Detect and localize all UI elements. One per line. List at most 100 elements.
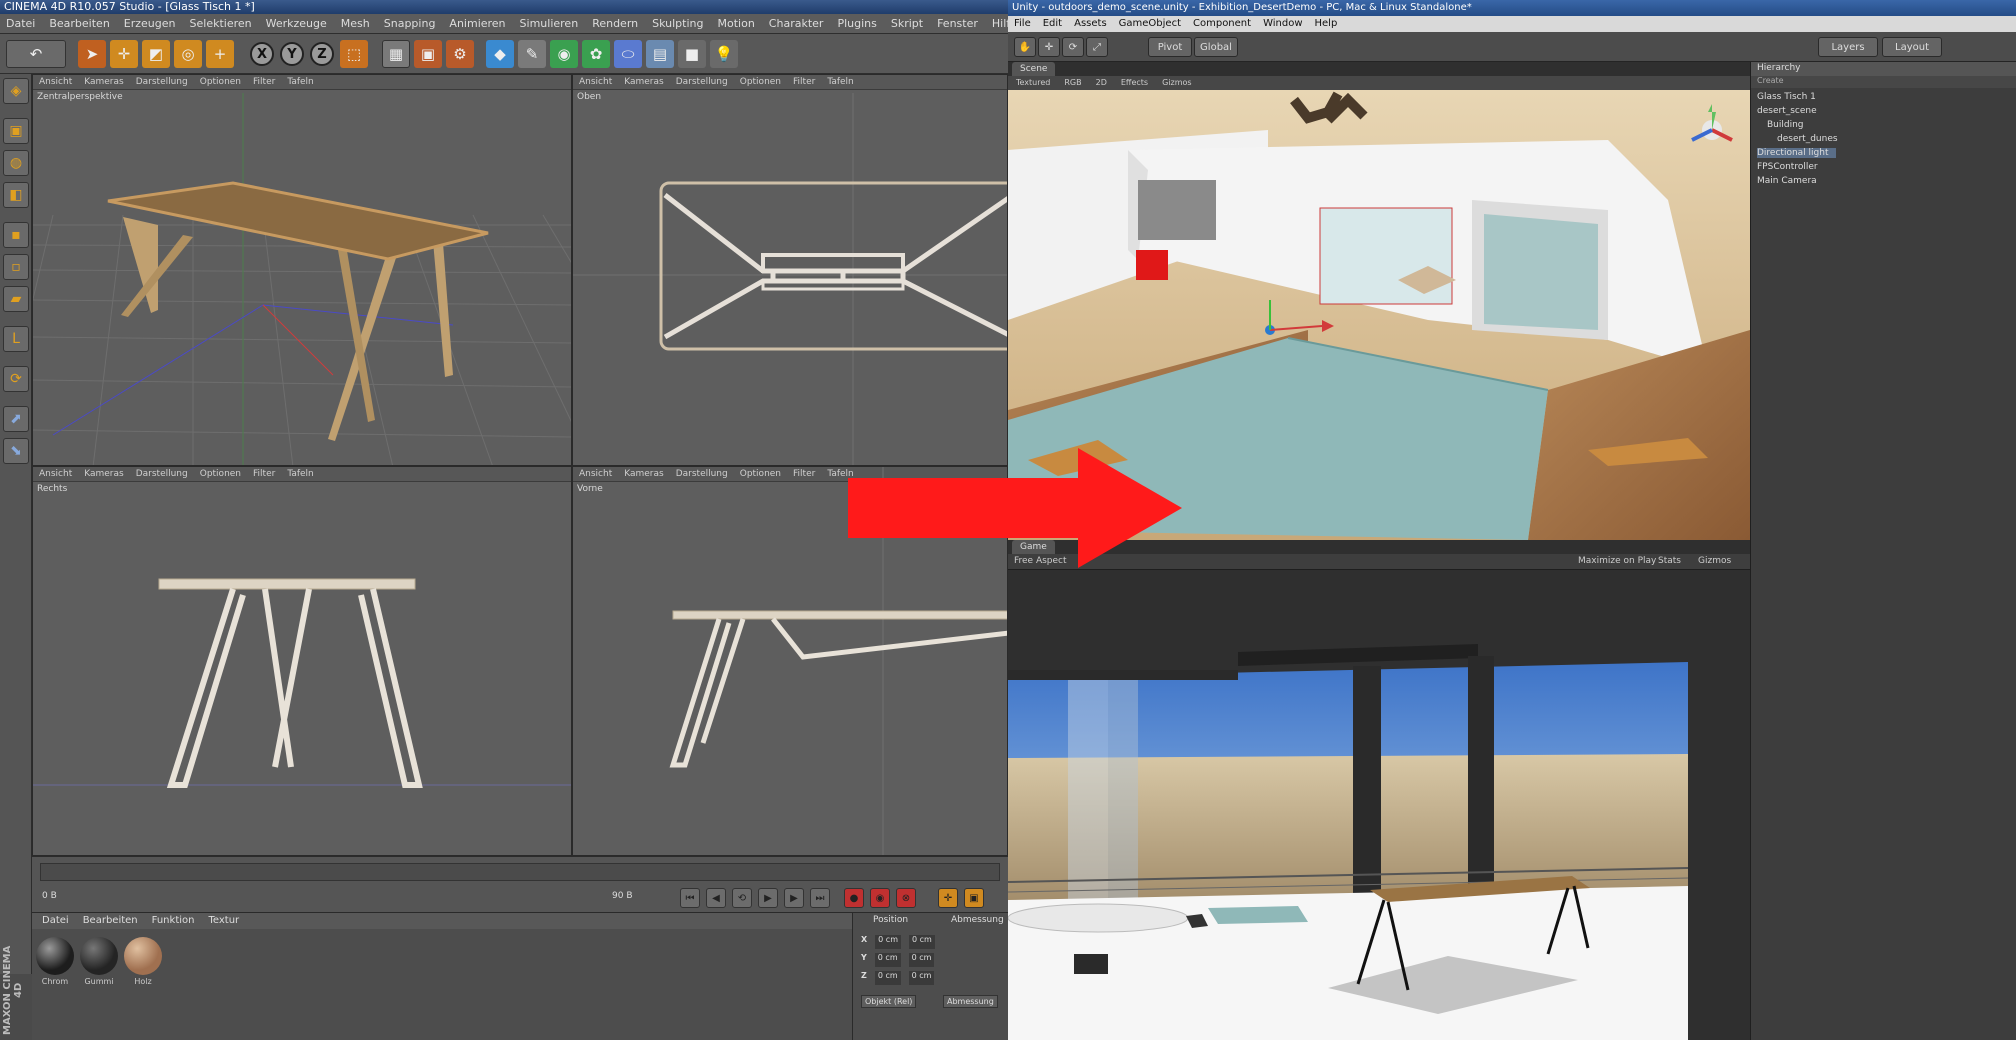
viewport-right[interactable]: Ansicht Kameras Darstellung Optionen Fil… [32,466,572,856]
coord-mode-dropdown[interactable]: Objekt (Rel) [861,995,917,1008]
texture-mode-icon[interactable]: ◧ [3,182,29,208]
unity-menu-item[interactable]: GameObject [1119,16,1181,32]
c4d-menu-item[interactable]: Skript [891,14,923,33]
scale-key-icon[interactable]: ▣ [964,888,984,908]
scene-tab[interactable]: Scene [1012,62,1056,76]
unity-menu-item[interactable]: Edit [1043,16,1062,32]
make-editable-icon[interactable]: ◈ [3,78,29,104]
step-forward-icon[interactable]: ▶ [784,888,804,908]
unity-menu-item[interactable]: Assets [1074,16,1107,32]
edges-mode-icon[interactable]: ▫ [3,254,29,280]
scene-option[interactable]: Effects [1121,76,1148,90]
material-menu-item[interactable]: Bearbeiten [83,913,138,929]
render-picture-icon[interactable]: ▣ [414,40,442,68]
global-toggle[interactable]: Global [1194,37,1238,57]
axis-mode-icon[interactable]: L [3,326,29,352]
viewport-perspective[interactable]: Ansicht Kameras Darstellung Optionen Fil… [32,74,572,466]
go-to-end-icon[interactable]: ⏭ [810,888,830,908]
material-menu-item[interactable]: Funktion [152,913,195,929]
hierarchy-item[interactable]: desert_dunes [1777,134,1838,144]
unity-menu-item[interactable]: Component [1193,16,1251,32]
rotate-tool-icon[interactable]: ⟳ [1062,37,1084,57]
unity-menu-item[interactable]: File [1014,16,1031,32]
timeline-ruler[interactable] [40,863,1000,881]
record-icon[interactable]: ● [844,888,864,908]
environment-icon[interactable]: ▤ [646,40,674,68]
snap-icon[interactable]: ⬈ [3,406,29,432]
keyframe-selection-icon[interactable]: ⊗ [896,888,916,908]
material-menu-item[interactable]: Datei [42,913,69,929]
material-wood-swatch[interactable] [124,937,162,975]
c4d-menu-item[interactable]: Datei [6,14,35,33]
c4d-menu-item[interactable]: Charakter [769,14,824,33]
hierarchy-item[interactable]: desert_scene [1757,106,1817,116]
move-tool-icon[interactable]: ✛ [1038,37,1060,57]
layout-dropdown[interactable]: Layout [1882,37,1942,57]
c4d-menu-item[interactable]: Snapping [384,14,436,33]
undo-icon[interactable]: ↶ [6,40,66,68]
position-z-field[interactable]: 0 cm [874,971,901,985]
unity-menu-item[interactable]: Help [1315,16,1338,32]
hand-tool-icon[interactable]: ✋ [1014,37,1036,57]
c4d-menu-item[interactable]: Motion [718,14,755,33]
object-mode-icon[interactable]: ◍ [3,150,29,176]
move-icon[interactable]: ✛ [110,40,138,68]
c4d-menu-item[interactable]: Plugins [837,14,876,33]
position-x-field[interactable]: 0 cm [875,935,901,949]
scene-option[interactable]: Gizmos [1162,76,1191,90]
cube-icon[interactable]: ◆ [486,40,514,68]
size-y-field[interactable]: 0 cm [908,953,935,967]
position-y-field[interactable]: 0 cm [874,953,901,967]
unity-menu-item[interactable]: Window [1263,16,1302,32]
hierarchy-item-selected[interactable]: Directional light [1757,148,1837,158]
scale-tool-icon[interactable]: ⤢ [1086,37,1108,57]
c4d-menu-item[interactable]: Hilfe [992,14,1008,33]
shading-mode-dropdown[interactable]: Textured [1016,76,1050,90]
workplane-icon[interactable]: ⬊ [3,438,29,464]
viewport-top[interactable]: Ansicht Kameras Darstellung Optionen Fil… [572,74,1008,466]
maximize-on-play-toggle[interactable]: Maximize on Play [1578,556,1656,566]
c4d-menu-item[interactable]: Skulpting [652,14,703,33]
model-mode-icon[interactable]: ▣ [3,118,29,144]
c4d-menu-item[interactable]: Rendern [592,14,638,33]
scale-icon[interactable]: ◩ [142,40,170,68]
pivot-toggle[interactable]: Pivot [1148,37,1192,57]
light-icon[interactable]: 💡 [710,40,738,68]
c4d-menu-item[interactable]: Mesh [341,14,370,33]
camera-icon[interactable]: ■ [678,40,706,68]
render-settings-icon[interactable]: ⚙ [446,40,474,68]
y-axis-icon[interactable]: Y [280,42,304,66]
c4d-menu-item[interactable]: Selektieren [190,14,252,33]
hierarchy-item[interactable]: Main Camera [1757,176,1817,186]
c4d-menu-item[interactable]: Simulieren [520,14,579,33]
render-view-icon[interactable]: ▦ [382,40,410,68]
loop-icon[interactable]: ⟲ [732,888,752,908]
hierarchy-item[interactable]: FPSController [1757,162,1818,172]
stats-toggle[interactable]: Stats [1658,556,1681,566]
add-icon[interactable]: + [206,40,234,68]
hierarchy-item[interactable]: Glass Tisch 1 [1757,92,1816,102]
x-axis-icon[interactable]: X [250,42,274,66]
gizmos-toggle[interactable]: Gizmos [1698,556,1731,566]
tweak-mode-icon[interactable]: ⟳ [3,366,29,392]
go-to-start-icon[interactable]: ⏮ [680,888,700,908]
array-icon[interactable]: ✿ [582,40,610,68]
size-z-field[interactable]: 0 cm [908,971,935,985]
step-back-icon[interactable]: ◀ [706,888,726,908]
c4d-menu-item[interactable]: Erzeugen [124,14,176,33]
material-menu-item[interactable]: Textur [208,913,239,929]
size-x-field[interactable]: 0 cm [909,935,935,949]
spline-pen-icon[interactable]: ✎ [518,40,546,68]
points-mode-icon[interactable]: ▪ [3,222,29,248]
scene-option[interactable]: 2D [1096,76,1107,90]
c4d-menu-item[interactable]: Werkzeuge [266,14,327,33]
material-rubber-swatch[interactable] [80,937,118,975]
position-key-icon[interactable]: ✛ [938,888,958,908]
material-chrome-swatch[interactable] [36,937,74,975]
polygons-mode-icon[interactable]: ▰ [3,286,29,312]
rotate-icon[interactable]: ◎ [174,40,202,68]
c4d-menu-item[interactable]: Bearbeiten [49,14,109,33]
c4d-menu-item[interactable]: Fenster [937,14,978,33]
select-cursor-icon[interactable]: ➤ [78,40,106,68]
hierarchy-item[interactable]: Building [1767,120,1804,130]
